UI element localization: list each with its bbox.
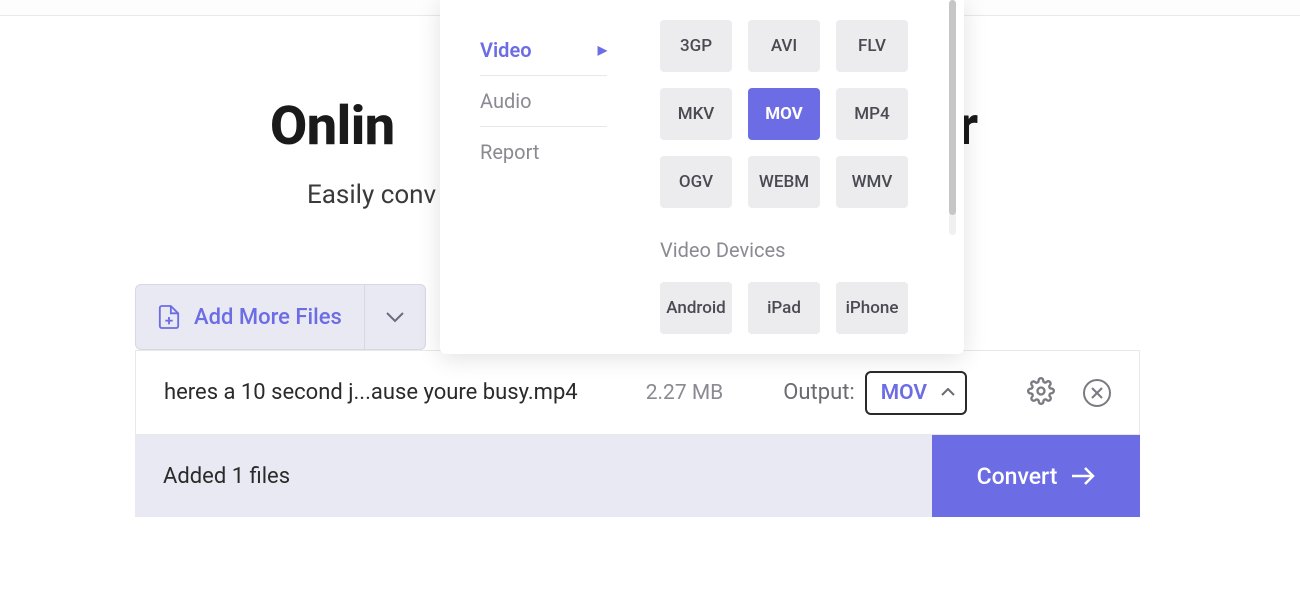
- add-files-dropdown[interactable]: [364, 285, 425, 349]
- format-sidebar: Video ▶ Audio Report: [440, 0, 620, 334]
- sidebar-video-label: Video: [480, 38, 532, 62]
- video-devices-label: Video Devices: [660, 238, 944, 262]
- format-tile-avi[interactable]: AVI: [748, 20, 820, 72]
- status-bar: Added 1 files Convert: [135, 435, 1140, 517]
- scrollbar-track[interactable]: [949, 0, 956, 235]
- page-subtitle: Easily conv: [307, 180, 436, 210]
- format-tile-3gp[interactable]: 3GP: [660, 20, 732, 72]
- scrollbar-thumb[interactable]: [949, 0, 956, 215]
- triangle-right-icon: ▶: [598, 43, 607, 57]
- format-tile-mkv[interactable]: MKV: [660, 88, 732, 140]
- convert-label: Convert: [977, 463, 1058, 490]
- format-popup: Video ▶ Audio Report 3GP AVI FLV MKV MOV…: [440, 0, 964, 354]
- sidebar-item-report[interactable]: Report: [480, 127, 607, 177]
- file-size: 2.27 MB: [646, 381, 724, 405]
- add-files-label: Add More Files: [194, 305, 342, 330]
- sidebar-item-audio[interactable]: Audio: [480, 76, 607, 127]
- format-tile-mp4[interactable]: MP4: [836, 88, 908, 140]
- settings-button[interactable]: [1027, 377, 1055, 409]
- format-tile-iphone[interactable]: iPhone: [836, 282, 908, 334]
- add-files-main[interactable]: Add More Files: [136, 285, 364, 349]
- format-tile-ogv[interactable]: OGV: [660, 156, 732, 208]
- output-value: MOV: [881, 381, 927, 405]
- close-icon: [1091, 387, 1103, 399]
- format-tile-mov[interactable]: MOV: [748, 88, 820, 140]
- output-label: Output:: [783, 380, 854, 405]
- output-format-select[interactable]: MOV: [865, 371, 967, 415]
- format-tile-wmv[interactable]: WMV: [836, 156, 908, 208]
- sidebar-audio-label: Audio: [480, 89, 532, 113]
- format-tile-android[interactable]: Android: [660, 282, 732, 334]
- gear-icon: [1027, 377, 1055, 405]
- sidebar-report-label: Report: [480, 140, 539, 164]
- format-main: 3GP AVI FLV MKV MOV MP4 OGV WEBM WMV Vid…: [620, 0, 964, 334]
- page-title: Onlin: [270, 95, 395, 158]
- format-tile-ipad[interactable]: iPad: [748, 282, 820, 334]
- format-tile-flv[interactable]: FLV: [836, 20, 908, 72]
- device-format-grid: Android iPad iPhone: [660, 282, 944, 334]
- video-format-grid: 3GP AVI FLV MKV MOV MP4 OGV WEBM WMV: [660, 20, 944, 208]
- file-name: heres a 10 second j...ause youre busy.mp…: [164, 380, 646, 405]
- remove-file-button[interactable]: [1083, 379, 1111, 407]
- file-row: heres a 10 second j...ause youre busy.mp…: [135, 350, 1140, 435]
- add-file-icon: [158, 304, 180, 330]
- format-tile-webm[interactable]: WEBM: [748, 156, 820, 208]
- add-more-files-button[interactable]: Add More Files: [135, 284, 426, 350]
- chevron-down-icon: [385, 311, 405, 323]
- arrow-right-icon: [1071, 467, 1095, 485]
- convert-button[interactable]: Convert: [932, 435, 1140, 517]
- sidebar-item-video[interactable]: Video ▶: [480, 25, 607, 76]
- chevron-up-icon: [941, 388, 955, 397]
